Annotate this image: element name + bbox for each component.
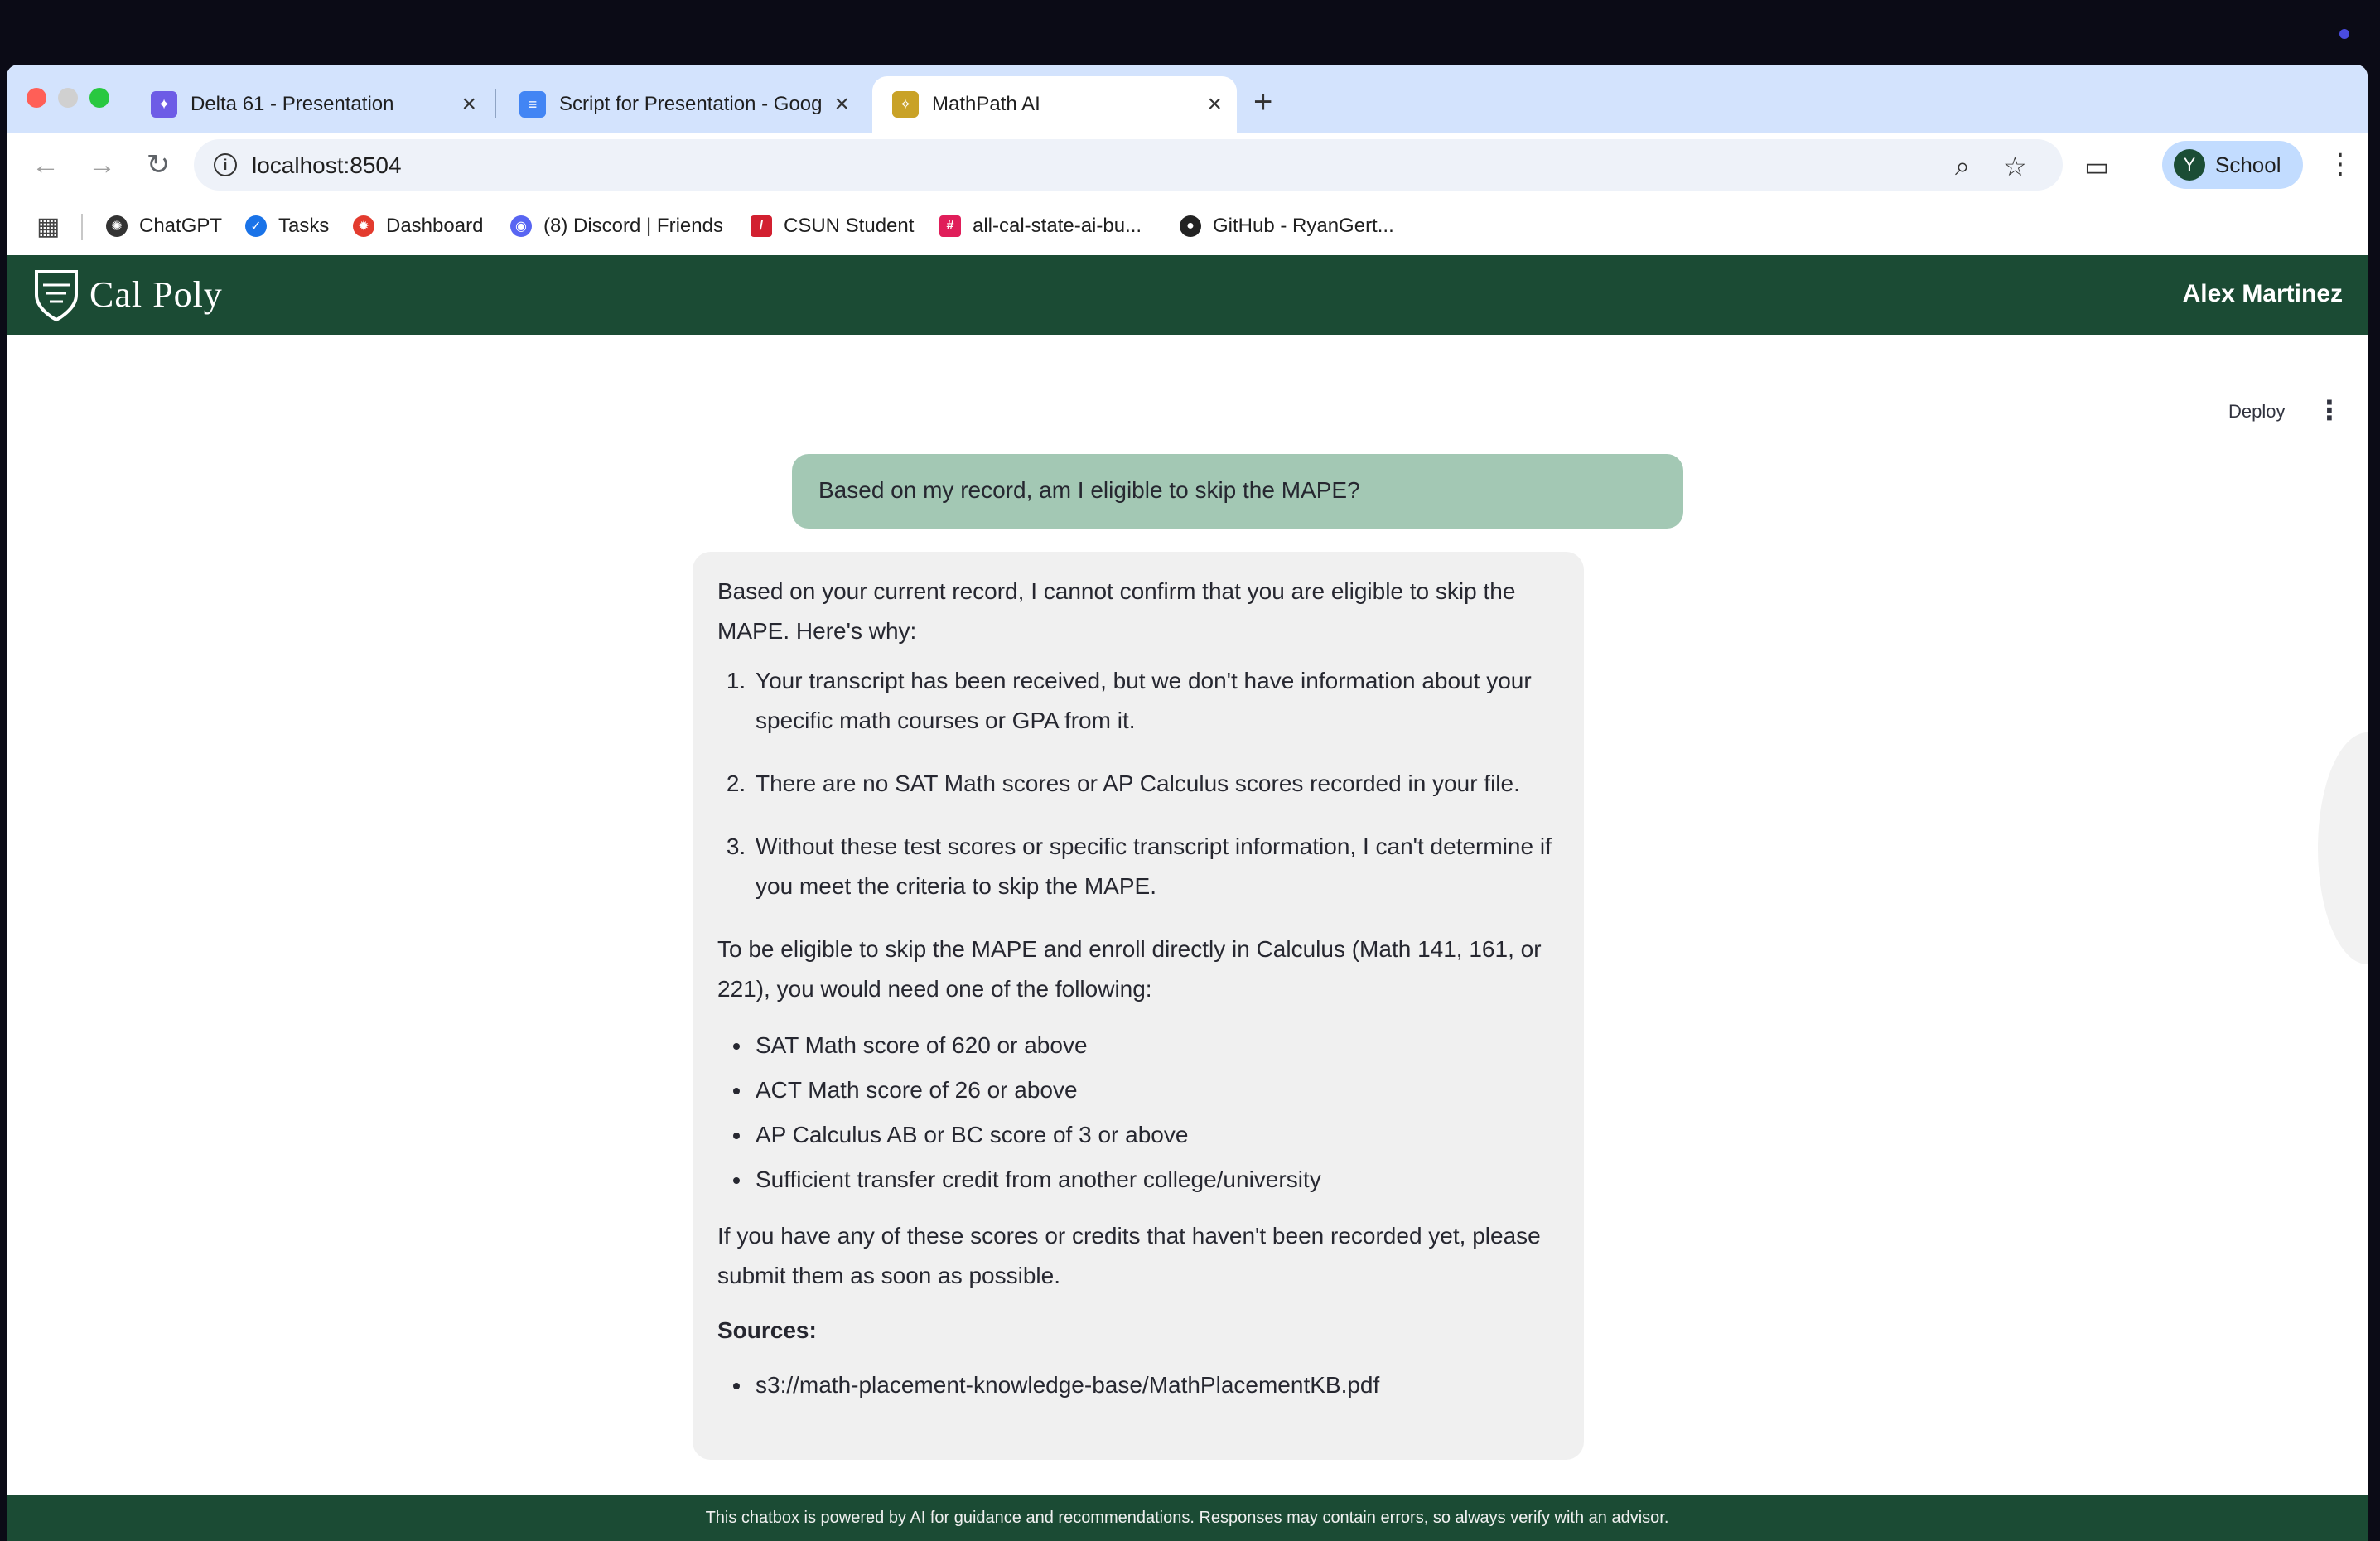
close-tab-icon[interactable]: × (1207, 91, 1222, 118)
bookmark-dashboard[interactable]: ✹ Dashboard (353, 212, 483, 240)
profile-label: School (2215, 152, 2281, 177)
tab-search-icon[interactable]: ▭ (2084, 151, 2109, 182)
user-name: Alex Martinez (2182, 280, 2343, 307)
close-tab-icon[interactable]: × (461, 91, 476, 118)
calpoly-shield-icon (35, 270, 78, 322)
back-arrow-icon[interactable]: ← (25, 144, 66, 186)
bookmarks-divider (81, 214, 83, 240)
bookmarks-bar: ▦ ✺ ChatGPT ✓ Tasks ✹ Dashboard ◉ (8) Di… (7, 197, 2368, 255)
close-window-button[interactable] (27, 88, 46, 108)
discord-icon: ◉ (510, 215, 532, 237)
bookmark-csun[interactable]: / CSUN Student (751, 212, 914, 240)
url-text[interactable]: localhost:8504 (252, 152, 402, 179)
site-info-icon[interactable]: i (214, 153, 237, 176)
tab-delta-presentation[interactable]: ✦ Delta 61 - Presentation × (131, 76, 491, 133)
github-icon: ● (1180, 215, 1201, 237)
dashboard-icon: ✹ (353, 215, 374, 237)
zoom-icon[interactable]: ⌕ (1955, 151, 1970, 182)
deploy-button[interactable]: Deploy (2228, 401, 2285, 423)
forward-arrow-icon[interactable]: → (81, 144, 123, 186)
close-tab-icon[interactable]: × (834, 91, 849, 118)
apps-grid-icon[interactable]: ▦ (36, 212, 60, 240)
docs-icon: ≡ (519, 91, 546, 118)
reload-icon[interactable]: ↻ (138, 144, 179, 186)
minimize-window-button[interactable] (58, 88, 78, 108)
new-tab-icon[interactable]: + (1253, 81, 1272, 123)
app-header: Cal Poly Alex Martinez (7, 255, 2368, 335)
list-item: SAT Math score of 620 or above (752, 1026, 1559, 1065)
assistant-closing: If you have any of these scores or credi… (717, 1223, 1541, 1288)
maximize-window-button[interactable] (89, 88, 109, 108)
list-item: There are no SAT Math scores or AP Calcu… (752, 764, 1559, 804)
assistant-intro: Based on your current record, I cannot c… (717, 578, 1516, 644)
tab-separator (495, 89, 496, 118)
list-item: ACT Math score of 26 or above (752, 1070, 1559, 1110)
presentation-icon: ✦ (151, 91, 177, 118)
reasons-list: Your transcript has been received, but w… (752, 661, 1559, 906)
tab-strip: ✦ Delta 61 - Presentation × ≡ Script for… (7, 65, 2368, 133)
assistant-message: Based on your current record, I cannot c… (693, 552, 1584, 1460)
list-item: Without these test scores or specific tr… (752, 827, 1559, 906)
requirements-intro: To be eligible to skip the MAPE and enro… (717, 936, 1542, 1002)
chat-area: Deploy ⋮ Based on my record, am I eligib… (7, 335, 2368, 1541)
app-logo-text[interactable]: Cal Poly (89, 273, 223, 316)
tab-mathpath-ai[interactable]: ✧ MathPath AI × (872, 76, 1237, 133)
csun-icon: / (751, 215, 772, 237)
address-bar[interactable]: i localhost:8504 ⌕ ☆ (194, 139, 2063, 191)
ai-disclaimer-footer: This chatbox is powered by AI for guidan… (7, 1495, 2368, 1541)
sources-list: s3://math-placement-knowledge-base/MathP… (752, 1365, 1559, 1405)
sources-title: Sources: (717, 1317, 817, 1343)
profile-button[interactable]: Y School (2162, 141, 2303, 189)
bookmark-github[interactable]: ● GitHub - RyanGert... (1180, 212, 1394, 240)
bookmark-slack[interactable]: # all-cal-state-ai-bu... (939, 212, 1142, 240)
app-menu-icon[interactable]: ⋮ (2316, 394, 2343, 426)
avatar: Y (2174, 149, 2205, 181)
list-item: Sufficient transfer credit from another … (752, 1160, 1559, 1200)
slack-icon: # (939, 215, 961, 237)
tasks-icon: ✓ (245, 215, 267, 237)
screen-indicator-dot (2339, 29, 2349, 39)
calpoly-icon: ✧ (892, 91, 919, 118)
chatgpt-icon: ✺ (106, 215, 128, 237)
requirements-list: SAT Math score of 620 or above ACT Math … (752, 1026, 1559, 1200)
user-message: Based on my record, am I eligible to ski… (792, 454, 1683, 529)
browser-menu-icon[interactable]: ⋮ (2326, 147, 2354, 181)
list-item: AP Calculus AB or BC score of 3 or above (752, 1115, 1559, 1155)
browser-toolbar: ← → ↻ i localhost:8504 ⌕ ☆ ▭ Y School ⋮ (7, 133, 2368, 197)
bookmark-chatgpt[interactable]: ✺ ChatGPT (106, 212, 222, 240)
bookmark-star-icon[interactable]: ☆ (2003, 151, 2027, 182)
bookmark-tasks[interactable]: ✓ Tasks (245, 212, 329, 240)
tab-script-presentation[interactable]: ≡ Script for Presentation - Goog × (500, 76, 864, 133)
source-link[interactable]: s3://math-placement-knowledge-base/MathP… (752, 1365, 1559, 1405)
bookmark-discord[interactable]: ◉ (8) Discord | Friends (510, 212, 723, 240)
list-item: Your transcript has been received, but w… (752, 661, 1559, 741)
edge-decoration (2318, 732, 2368, 964)
browser-window: ✦ Delta 61 - Presentation × ≡ Script for… (7, 65, 2368, 1541)
